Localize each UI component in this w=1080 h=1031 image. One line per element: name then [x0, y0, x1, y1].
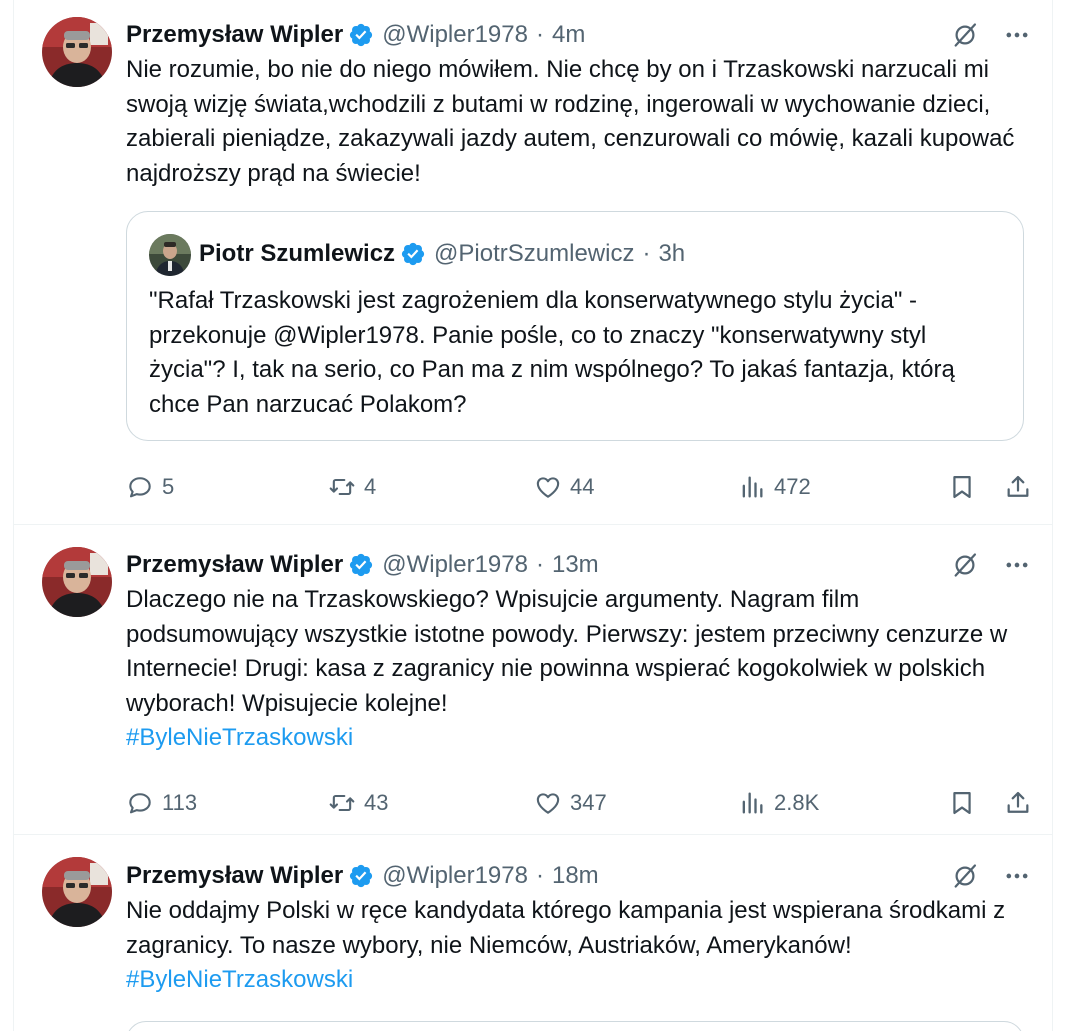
separator: · [535, 21, 544, 48]
verified-badge-icon [348, 22, 374, 48]
author-name[interactable]: Przemysław Wipler [126, 551, 343, 579]
tweet-actions: 5 4 44 472 [126, 467, 1032, 507]
quoted-tweet-header: Piotr Szumlewicz @PiotrSzumlewicz · 3h [199, 237, 685, 271]
bookmark-button[interactable] [948, 467, 976, 507]
like-count: 44 [570, 474, 595, 499]
tweet-text-body: Nie oddajmy Polski w ręce kandydata któr… [126, 897, 1006, 959]
like-button[interactable]: 347 [534, 783, 607, 823]
author-name[interactable]: Przemysław Wipler [126, 21, 343, 49]
view-count: 472 [774, 474, 811, 499]
avatar[interactable] [42, 857, 112, 927]
views-icon [738, 473, 766, 501]
reply-icon [126, 789, 154, 817]
avatar[interactable] [149, 234, 191, 276]
tweet-header: Przemysław Wipler @Wipler1978 · 4m [126, 18, 1032, 52]
tweet-text: Dlaczego nie na Trzaskowskiego? Wpisujci… [126, 583, 1032, 756]
author-handle[interactable]: @Wipler1978 [382, 551, 528, 579]
bookmark-button[interactable] [948, 783, 976, 823]
quoted-tweet-text: "Rafał Trzaskowski jest zagrożeniem dla … [149, 287, 955, 418]
verified-badge-icon [400, 241, 426, 267]
heart-icon [534, 789, 562, 817]
like-count: 347 [570, 790, 607, 815]
retweet-icon [328, 473, 356, 501]
more-icon[interactable] [1002, 861, 1032, 891]
retweet-button[interactable]: 43 [328, 783, 388, 823]
author-name[interactable]: Piotr Szumlewicz [199, 240, 395, 268]
quoted-tweet[interactable]: Piotr Szumlewicz @PiotrSzumlewicz · 3h "… [126, 211, 1024, 441]
views-icon [738, 789, 766, 817]
timeline: Przemysław Wipler @Wipler1978 · 4m Nie r… [13, 0, 1053, 1031]
share-icon [1004, 789, 1032, 817]
hashtag-link[interactable]: #ByleNieTrzaskowski [126, 724, 353, 751]
hashtag-link[interactable]: #ByleNieTrzaskowski [126, 966, 353, 993]
quoted-tweet[interactable] [126, 1021, 1024, 1031]
avatar[interactable] [42, 17, 112, 87]
share-button[interactable] [1004, 783, 1032, 823]
reply-count: 113 [162, 790, 198, 815]
share-button[interactable] [1004, 467, 1032, 507]
grok-icon[interactable] [950, 550, 980, 580]
timestamp[interactable]: 4m [552, 21, 585, 49]
retweet-count: 43 [364, 790, 389, 815]
bookmark-icon [948, 789, 976, 817]
bookmark-icon [948, 473, 976, 501]
like-button[interactable]: 44 [534, 467, 594, 507]
reply-count: 5 [162, 474, 175, 499]
separator: · [535, 862, 544, 889]
reply-button[interactable]: 113 [126, 783, 197, 823]
more-icon[interactable] [1002, 20, 1032, 50]
reply-button[interactable]: 5 [126, 467, 174, 507]
grok-icon[interactable] [950, 861, 980, 891]
views-button[interactable]: 2.8K [738, 783, 819, 823]
tweet-text: Nie oddajmy Polski w ręce kandydata któr… [126, 894, 1032, 998]
separator: · [642, 240, 651, 267]
verified-badge-icon [348, 863, 374, 889]
timestamp[interactable]: 18m [552, 862, 599, 890]
retweet-count: 4 [364, 474, 377, 499]
tweet-text: Nie rozumie, bo nie do niego mówiłem. Ni… [126, 56, 1015, 187]
avatar[interactable] [42, 547, 112, 617]
heart-icon [534, 473, 562, 501]
tweet[interactable]: Przemysław Wipler @Wipler1978 · 18m Nie … [14, 835, 1053, 1031]
verified-badge-icon [348, 552, 374, 578]
views-button[interactable]: 472 [738, 467, 811, 507]
author-handle[interactable]: @Wipler1978 [382, 862, 528, 890]
retweet-button[interactable]: 4 [328, 467, 376, 507]
tweet[interactable]: Przemysław Wipler @Wipler1978 · 13m Dlac… [14, 525, 1052, 835]
author-name[interactable]: Przemysław Wipler [126, 862, 343, 890]
retweet-icon [328, 789, 356, 817]
author-handle[interactable]: @PiotrSzumlewicz [434, 240, 634, 268]
more-icon[interactable] [1002, 550, 1032, 580]
grok-icon[interactable] [950, 20, 980, 50]
tweet-header: Przemysław Wipler @Wipler1978 · 13m [126, 548, 1032, 582]
tweet-header: Przemysław Wipler @Wipler1978 · 18m [126, 859, 1032, 893]
tweet-text-body: Dlaczego nie na Trzaskowskiego? Wpisujci… [126, 586, 1008, 717]
tweet[interactable]: Przemysław Wipler @Wipler1978 · 4m Nie r… [14, 0, 1052, 525]
timestamp[interactable]: 3h [658, 240, 685, 268]
separator: · [535, 551, 544, 578]
timestamp[interactable]: 13m [552, 551, 599, 579]
view-count: 2.8K [774, 790, 820, 815]
tweet-actions: 113 43 347 2.8K [126, 783, 1032, 823]
author-handle[interactable]: @Wipler1978 [382, 21, 528, 49]
share-icon [1004, 473, 1032, 501]
reply-icon [126, 473, 154, 501]
